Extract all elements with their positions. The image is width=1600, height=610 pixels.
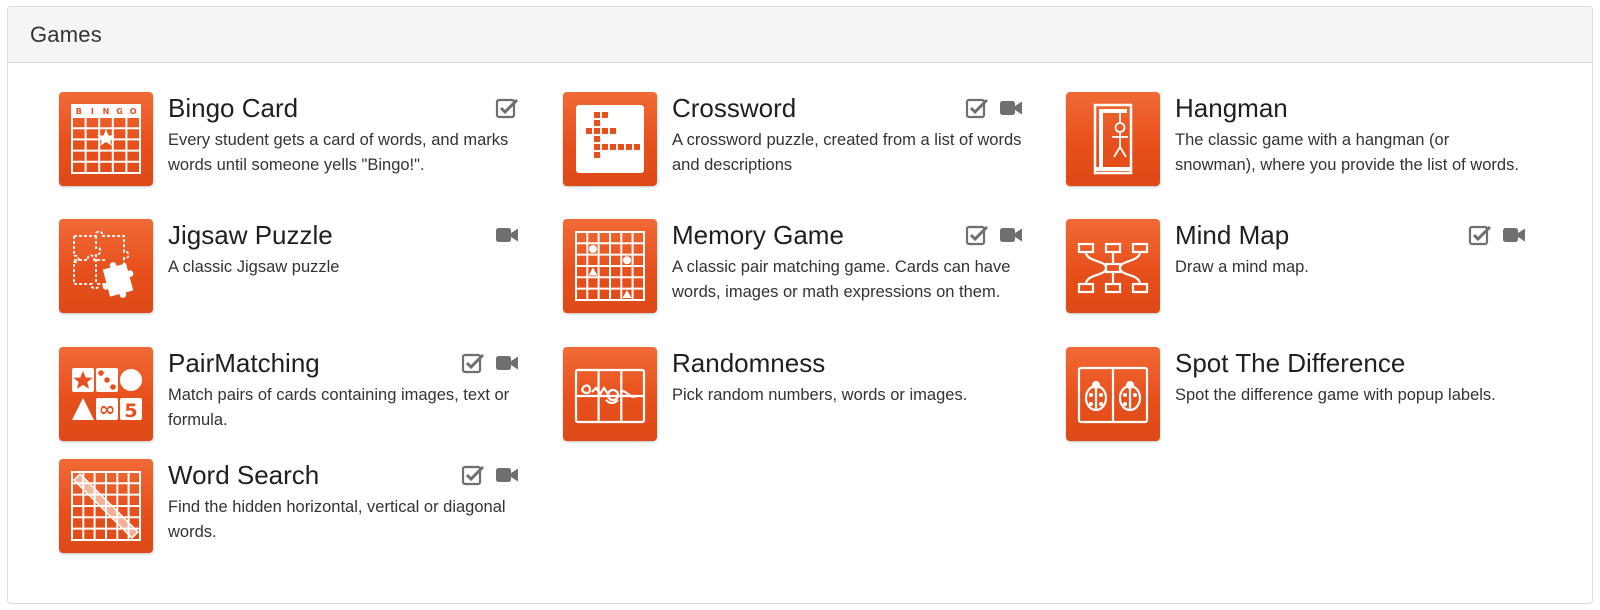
- bingo-letter: N: [103, 107, 110, 116]
- game-title[interactable]: Jigsaw Puzzle: [168, 219, 333, 251]
- video-icon: [495, 224, 519, 246]
- game-card-bingo-card: B I N G O Bingo Card Every student gets …: [59, 92, 519, 186]
- jigsaw-icon[interactable]: [59, 219, 153, 313]
- check-icon: [495, 97, 519, 119]
- bingo-letter: B: [76, 107, 82, 116]
- game-card-mind-map: Mind Map Draw a mind map.: [1066, 219, 1526, 313]
- check-icon: [965, 97, 989, 119]
- game-title[interactable]: Memory Game: [672, 219, 844, 251]
- check-icon: [965, 224, 989, 246]
- game-card-memory-game: Memory Game A classic pair matching game…: [563, 219, 1023, 313]
- game-description: Match pairs of cards containing images, …: [168, 386, 510, 429]
- game-card-crossword: Crossword A crossword puzzle, created fr…: [563, 92, 1023, 186]
- crossword-icon[interactable]: [563, 92, 657, 186]
- check-icon: [1468, 224, 1492, 246]
- spot-difference-icon[interactable]: [1066, 347, 1160, 441]
- video-icon: [1502, 224, 1526, 246]
- game-description: Find the hidden horizontal, vertical or …: [168, 498, 506, 541]
- game-card-word-search: Word Search Find the hidden horizontal, …: [59, 459, 519, 553]
- game-card-randomness: Randomness Pick random numbers, words or…: [563, 347, 1023, 441]
- video-icon: [999, 224, 1023, 246]
- game-title[interactable]: PairMatching: [168, 347, 320, 379]
- game-title[interactable]: Word Search: [168, 459, 319, 491]
- game-title[interactable]: Hangman: [1175, 92, 1288, 124]
- game-title[interactable]: Bingo Card: [168, 92, 298, 124]
- game-title[interactable]: Mind Map: [1175, 219, 1289, 251]
- game-card-pairmatching: ∞ 5 PairMatching Match pairs of cards co…: [59, 347, 519, 441]
- game-title[interactable]: Spot The Difference: [1175, 347, 1405, 379]
- game-description: Spot the difference game with popup labe…: [1175, 386, 1496, 404]
- game-description: Draw a mind map.: [1175, 258, 1309, 276]
- bingo-letter: O: [130, 107, 137, 116]
- game-description: A crossword puzzle, created from a list …: [672, 131, 1022, 174]
- panel-title: Games: [30, 21, 102, 47]
- bingo-icon[interactable]: B I N G O: [59, 92, 153, 186]
- game-description: Pick random numbers, words or images.: [672, 386, 968, 404]
- mindmap-icon[interactable]: [1066, 219, 1160, 313]
- game-description: Every student gets a card of words, and …: [168, 131, 509, 174]
- infinity-symbol: ∞: [99, 397, 116, 421]
- game-card-hangman: Hangman The classic game with a hangman …: [1066, 92, 1526, 186]
- game-title[interactable]: Crossword: [672, 92, 796, 124]
- video-icon: [495, 352, 519, 374]
- randomness-icon[interactable]: [563, 347, 657, 441]
- hangman-icon[interactable]: [1066, 92, 1160, 186]
- game-title[interactable]: Randomness: [672, 347, 825, 379]
- check-icon: [461, 352, 485, 374]
- game-description: The classic game with a hangman (or snow…: [1175, 131, 1519, 174]
- game-card-spot-the-difference: Spot The Difference Spot the difference …: [1066, 347, 1526, 441]
- game-description: A classic Jigsaw puzzle: [168, 258, 340, 276]
- games-panel: Games B I N G O Bingo Card Every student…: [7, 6, 1593, 604]
- bingo-letter: G: [116, 107, 123, 116]
- video-icon: [495, 464, 519, 486]
- number-five: 5: [124, 400, 137, 422]
- wordsearch-icon[interactable]: [59, 459, 153, 553]
- check-icon: [461, 464, 485, 486]
- video-icon: [999, 97, 1023, 119]
- bingo-letter: I: [91, 107, 94, 116]
- game-card-jigsaw-puzzle: Jigsaw Puzzle A classic Jigsaw puzzle: [59, 219, 519, 313]
- pairmatching-icon[interactable]: ∞ 5: [59, 347, 153, 441]
- game-description: A classic pair matching game. Cards can …: [672, 258, 1011, 301]
- panel-header: Games: [8, 7, 1592, 63]
- memory-icon[interactable]: [563, 219, 657, 313]
